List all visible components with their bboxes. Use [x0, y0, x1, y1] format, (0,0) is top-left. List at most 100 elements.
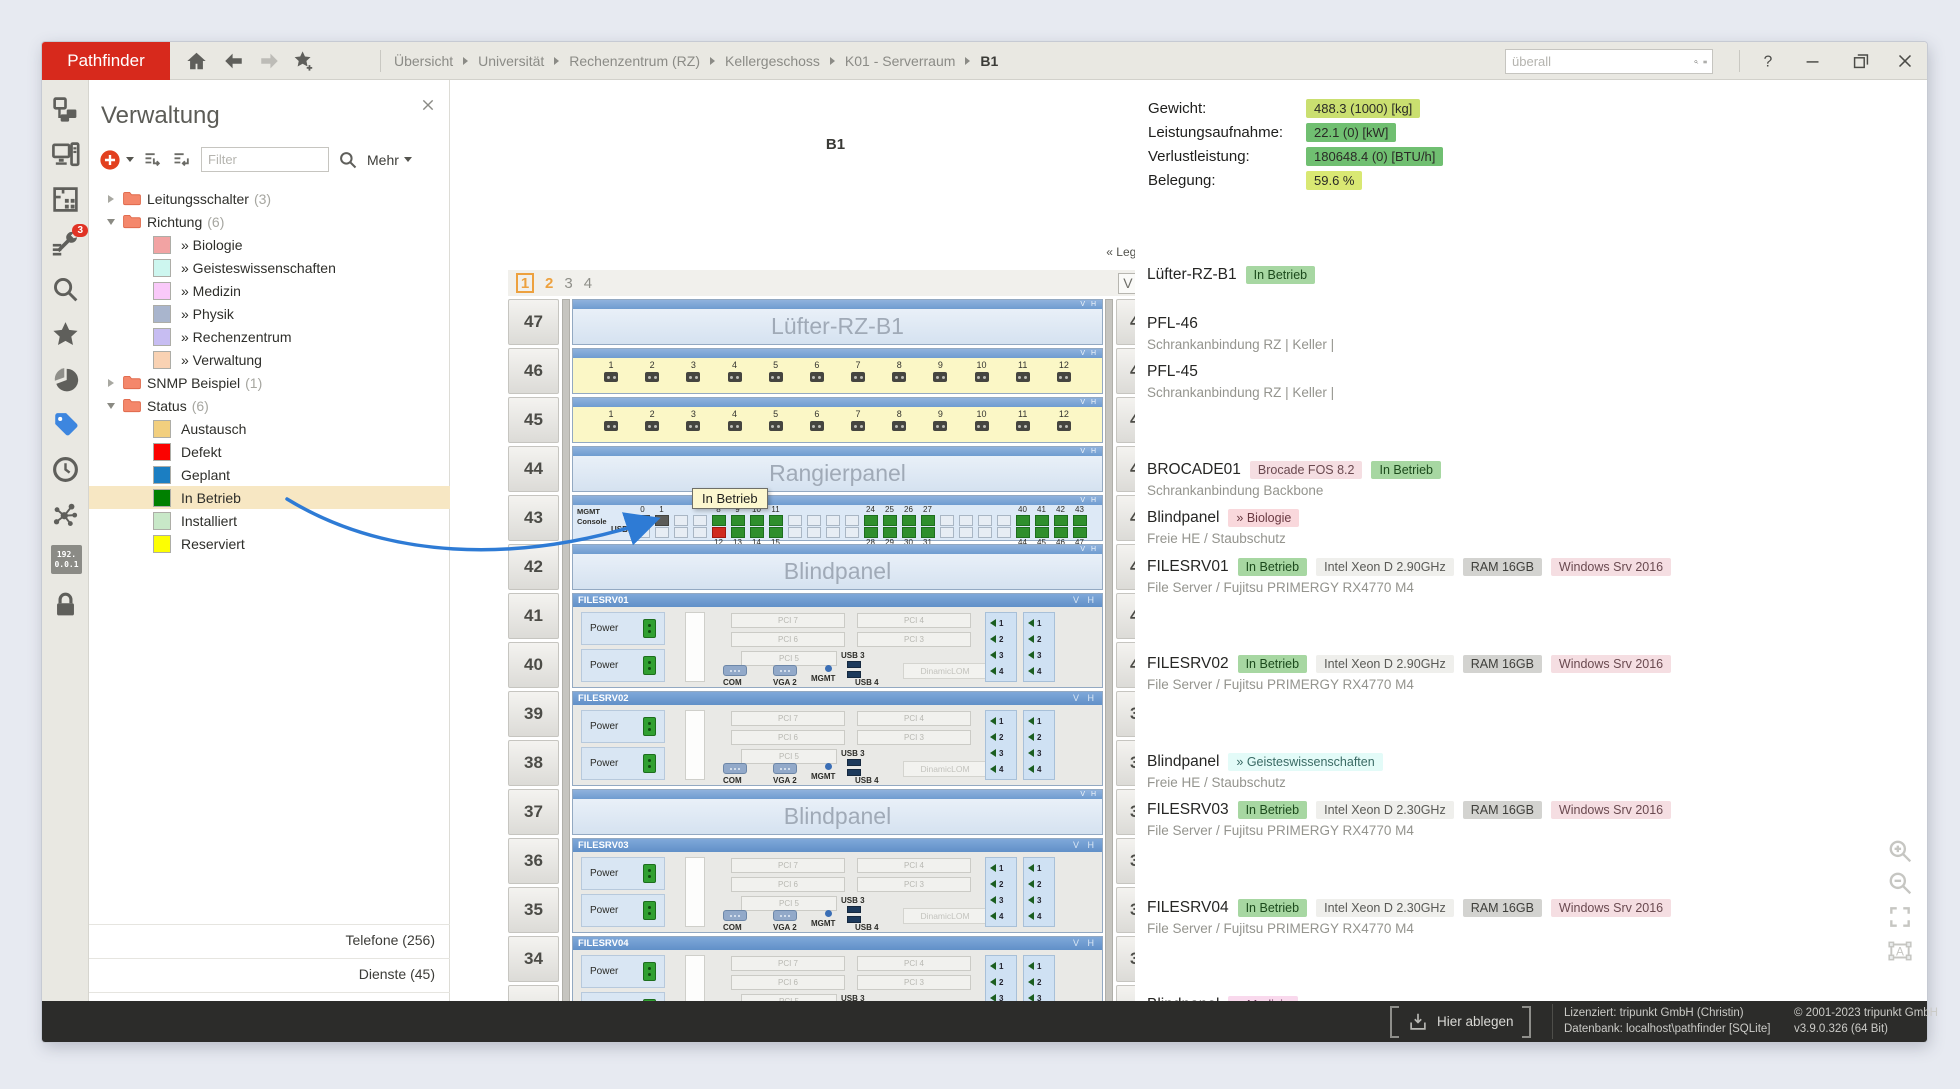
switch-port[interactable] [1054, 515, 1068, 526]
patch-port[interactable]: 10 [974, 360, 990, 393]
drop-zone[interactable]: Hier ablegen [1390, 1005, 1531, 1038]
breadcrumb-item[interactable]: K01 - Serverraum [845, 53, 955, 69]
switch-port[interactable] [750, 527, 764, 538]
switch-port[interactable] [921, 515, 935, 526]
home-button[interactable] [185, 50, 208, 72]
nic-port[interactable]: 4 [990, 667, 1012, 676]
maximize-button[interactable] [1848, 50, 1874, 72]
nic-port[interactable]: 2 [990, 733, 1012, 742]
switch-port[interactable] [1035, 515, 1049, 526]
patch-port[interactable]: 3 [685, 409, 701, 442]
patch-port[interactable]: 12 [1056, 409, 1072, 442]
zoom-in-button[interactable] [1887, 838, 1913, 864]
patch-port[interactable]: 3 [685, 360, 701, 393]
collapsed-section[interactable]: Dienste (45) [359, 966, 435, 982]
nic-port[interactable]: 3 [1028, 749, 1050, 758]
patch-port[interactable]: 1 [603, 360, 619, 393]
rack-panel-pfl[interactable]: V H123456789101112 [572, 397, 1103, 443]
rack-panel-rangierpanel[interactable]: V HRangierpanel [572, 446, 1103, 492]
close-button[interactable] [1892, 50, 1918, 72]
detail-item[interactable]: PFL-45Schrankanbindung RZ | Keller | [1147, 363, 1334, 400]
patch-port[interactable]: 2 [644, 409, 660, 442]
detail-item[interactable]: BROCADE01Brocade FOS 8.2In BetriebSchran… [1147, 461, 1441, 498]
tree-item[interactable]: Austausch [89, 417, 450, 440]
nic-port[interactable]: 2 [1028, 635, 1050, 644]
switch-port[interactable] [655, 515, 669, 526]
switch-port[interactable] [902, 527, 916, 538]
rack-panel-filesrv01[interactable]: FILESRV01V HPowerPowerPCI 7PCI 6PCI 5PCI… [572, 593, 1103, 688]
tree-item[interactable]: Status(6) [89, 394, 450, 417]
add-dropdown-caret[interactable] [126, 157, 134, 162]
detail-item[interactable]: PFL-46Schrankanbindung RZ | Keller | [1147, 315, 1334, 352]
detail-item[interactable]: FILESRV01In BetriebIntel Xeon D 2.90GHzR… [1147, 558, 1671, 595]
rack-tab[interactable]: 4 [584, 275, 592, 292]
detail-item[interactable]: FILESRV02In BetriebIntel Xeon D 2.90GHzR… [1147, 655, 1671, 692]
breadcrumb-item[interactable]: Kellergeschoss [725, 53, 820, 69]
switch-port[interactable] [769, 515, 783, 526]
rail-hierarchy-button[interactable] [51, 95, 80, 124]
tree-item[interactable]: » Geisteswissenschaften [89, 256, 450, 279]
tree-item[interactable]: Geplant [89, 463, 450, 486]
patch-port[interactable]: 4 [727, 360, 743, 393]
nic-port[interactable]: 1 [1028, 962, 1050, 971]
patch-port[interactable]: 12 [1056, 360, 1072, 393]
nic-port[interactable]: 3 [990, 651, 1012, 660]
nic-port[interactable]: 2 [990, 880, 1012, 889]
breadcrumb-item[interactable]: B1 [980, 53, 998, 69]
rack-panel-switch[interactable]: V HMGMTConsoleUSB01891011242526274041424… [572, 495, 1103, 541]
add-button[interactable] [99, 149, 121, 171]
switch-port[interactable] [864, 515, 878, 526]
switch-port[interactable] [636, 515, 650, 526]
search-icon[interactable] [1694, 53, 1699, 71]
more-button[interactable]: Mehr [367, 152, 412, 168]
star-add-button[interactable] [292, 50, 315, 72]
switch-port[interactable] [712, 527, 726, 538]
switch-port[interactable] [883, 515, 897, 526]
collapse-levels-icon[interactable] [172, 150, 192, 170]
rack-panel-blindpanel[interactable]: V HBlindpanel [572, 544, 1103, 590]
tree-expander-icon[interactable] [108, 195, 114, 203]
nic-port[interactable]: 1 [1028, 619, 1050, 628]
patch-port[interactable]: 2 [644, 360, 660, 393]
tree-item[interactable]: Leitungsschalter(3) [89, 187, 450, 210]
help-button[interactable]: ? [1755, 50, 1781, 72]
orientation-button[interactable]: V [1118, 273, 1135, 294]
rack-panel-pfl[interactable]: V H123456789101112 [572, 348, 1103, 394]
tree-item[interactable]: » Physik [89, 302, 450, 325]
switch-port[interactable] [1035, 527, 1049, 538]
nic-port[interactable]: 3 [1028, 994, 1050, 1002]
switch-port[interactable] [1016, 515, 1030, 526]
switch-port[interactable] [1016, 527, 1030, 538]
tree-expander-icon[interactable] [107, 403, 115, 409]
patch-port[interactable]: 7 [850, 360, 866, 393]
tree-expander-icon[interactable] [108, 379, 114, 387]
filter-search-icon[interactable] [338, 150, 358, 170]
forward-button[interactable] [258, 50, 281, 72]
switch-port[interactable] [712, 515, 726, 526]
tree-expander-icon[interactable] [107, 219, 115, 225]
patch-port[interactable]: 10 [974, 409, 990, 442]
rack-panel-filesrv02[interactable]: FILESRV02V HPowerPowerPCI 7PCI 6PCI 5PCI… [572, 691, 1103, 786]
nic-port[interactable]: 2 [1028, 880, 1050, 889]
tree-item[interactable]: » Rechenzentrum [89, 325, 450, 348]
breadcrumb-item[interactable]: Universität [478, 53, 544, 69]
nic-port[interactable]: 3 [1028, 651, 1050, 660]
tree-item[interactable]: Richtung(6) [89, 210, 450, 233]
nic-port[interactable]: 1 [990, 864, 1012, 873]
nic-port[interactable]: 1 [1028, 717, 1050, 726]
switch-port[interactable] [750, 515, 764, 526]
nic-port[interactable]: 2 [1028, 733, 1050, 742]
nic-port[interactable]: 3 [990, 749, 1012, 758]
barcode-icon[interactable] [1703, 53, 1708, 71]
collapsed-section[interactable]: Telefone (256) [345, 932, 435, 948]
nic-port[interactable]: 1 [1028, 864, 1050, 873]
nic-port[interactable]: 4 [1028, 667, 1050, 676]
rail-network-button[interactable] [51, 500, 80, 529]
patch-port[interactable]: 1 [603, 409, 619, 442]
select-text-button[interactable]: A [1887, 938, 1913, 964]
rail-clock-button[interactable] [51, 455, 80, 484]
app-logo[interactable]: Pathfinder [42, 42, 170, 80]
rack-panel-blindpanel[interactable]: V HBlindpanel [572, 789, 1103, 835]
tree-item[interactable]: Defekt [89, 440, 450, 463]
nic-port[interactable]: 3 [1028, 896, 1050, 905]
